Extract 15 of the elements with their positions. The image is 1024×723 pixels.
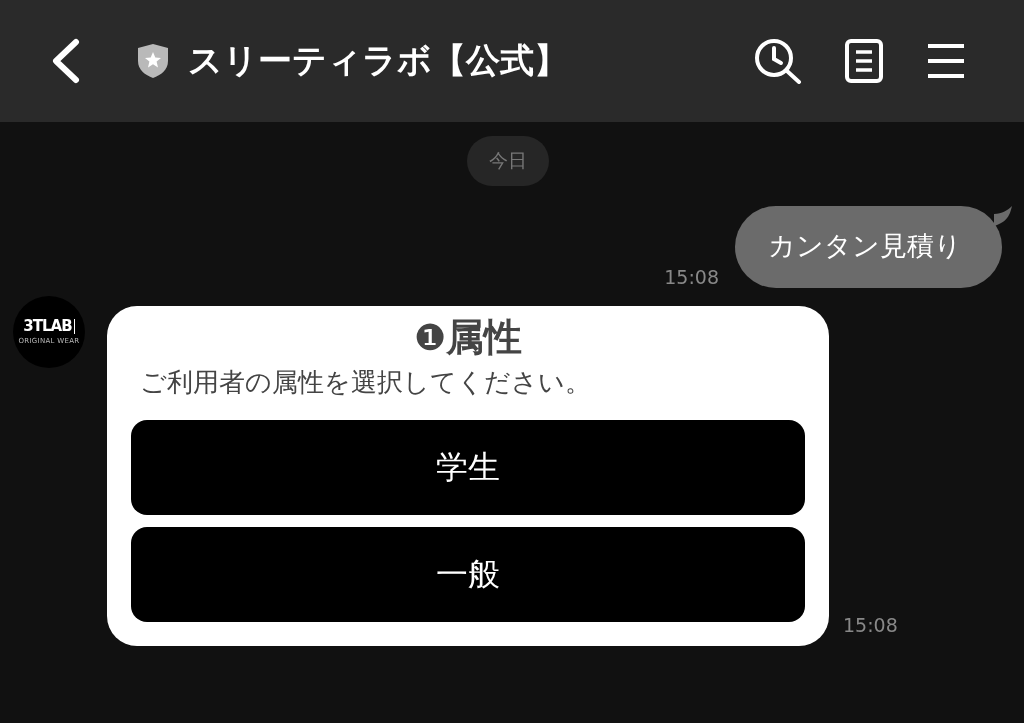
number-label: ❶: [413, 319, 447, 356]
card-title: 属性: [446, 314, 523, 361]
message-text: カンタン見積り: [768, 230, 962, 261]
logo-text: 3TLAB: [23, 319, 75, 334]
option-button[interactable]: 一般: [131, 527, 805, 622]
chat-title: スリーティラボ【公式】: [188, 39, 568, 82]
message-time: 15:08: [843, 614, 898, 636]
message-time: 15:08: [664, 266, 719, 288]
date-chip: 今日: [466, 136, 549, 186]
shield-star-icon: [136, 43, 170, 79]
notes-icon[interactable]: [844, 38, 884, 84]
search-history-icon[interactable]: [754, 38, 802, 84]
option-button[interactable]: 学生: [131, 420, 805, 515]
menu-icon[interactable]: [926, 43, 966, 79]
card-description: ご利用者の属性を選択してください。: [140, 366, 591, 399]
